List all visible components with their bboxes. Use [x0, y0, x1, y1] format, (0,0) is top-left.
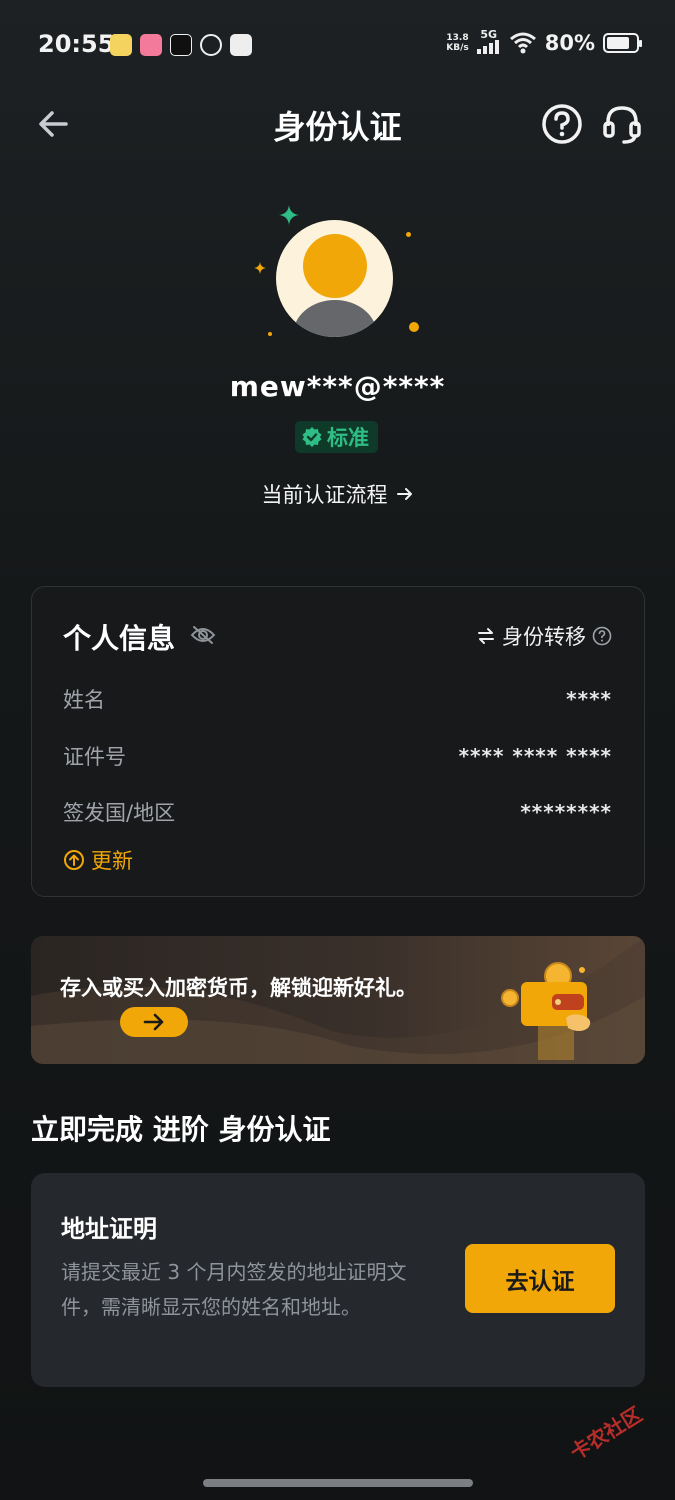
row-value: ****	[566, 687, 612, 711]
status-time: 20:55	[38, 30, 115, 58]
current-flow-link[interactable]: 当前认证流程	[0, 479, 675, 509]
identity-transfer-link[interactable]: 身份转移	[476, 621, 612, 651]
personal-info-title: 个人信息	[63, 622, 176, 655]
address-proof-title: 地址证明	[61, 1215, 157, 1243]
promo-arrow-button[interactable]	[120, 1007, 188, 1037]
sparkle-icon	[254, 262, 266, 274]
battery-percent: 80%	[544, 31, 595, 55]
flow-link-label: 当前认证流程	[261, 483, 388, 507]
bilibili-icon	[140, 34, 162, 56]
transfer-label: 身份转移	[502, 625, 586, 649]
swap-icon	[478, 628, 494, 644]
signal-icon: 5G	[476, 29, 501, 56]
wallet-icon	[501, 962, 591, 1060]
go-verify-button[interactable]: 去认证	[465, 1244, 615, 1313]
customer-service-button[interactable]	[600, 102, 644, 146]
decor-dot	[268, 332, 272, 336]
row-value: ********	[520, 800, 612, 824]
row-value: **** **** ****	[458, 744, 612, 768]
arrow-right-icon	[396, 488, 412, 500]
battery-icon	[603, 33, 642, 53]
info-row-name: 姓名 ****	[63, 684, 612, 714]
promo-text: 存入或买入加密货币，解锁迎新好礼。	[60, 976, 417, 1000]
arrow-right-icon	[143, 1013, 164, 1031]
info-row-id-number: 证件号 **** **** ****	[63, 741, 612, 771]
verified-shield-icon	[302, 427, 322, 447]
capcut-icon	[170, 34, 192, 56]
net-speed: 13.8 KB/s	[446, 33, 469, 53]
address-proof-description: 请提交最近 3 个月内签发的地址证明文件，需清晰显示您的姓名和地址。	[61, 1260, 407, 1319]
help-button[interactable]	[540, 102, 584, 146]
promo-banner[interactable]: 存入或买入加密货币，解锁迎新好礼。	[31, 936, 645, 1064]
notification-icons	[110, 34, 252, 56]
address-proof-card: 地址证明 请提交最近 3 个月内签发的地址证明文件，需清晰显示您的姓名和地址。 …	[31, 1173, 645, 1387]
headset-icon	[603, 106, 641, 144]
update-label: 更新	[91, 849, 133, 873]
home-indicator[interactable]	[203, 1479, 473, 1487]
sparkle-icon	[279, 205, 299, 225]
decor-dot	[406, 232, 411, 237]
info-row-issuing-country: 签发国/地区 ********	[63, 797, 612, 827]
row-label: 签发国/地区	[63, 801, 176, 825]
row-label: 证件号	[63, 745, 126, 769]
question-circle-icon[interactable]	[592, 626, 612, 646]
status-bar: 20:55 13.8 KB/s 5G 80%	[0, 0, 675, 90]
verification-badge: 标准	[295, 421, 378, 453]
weibo-icon	[200, 34, 222, 56]
notes-icon	[110, 34, 132, 56]
watermark-stamp: 卡农社区	[565, 1402, 647, 1465]
badge-label: 标准	[327, 426, 369, 450]
taobao-icon	[230, 34, 252, 56]
username: mew***@****	[229, 370, 446, 403]
upload-circle-icon	[64, 850, 84, 870]
row-label: 姓名	[63, 688, 105, 712]
app-header: 身份认证	[0, 92, 675, 156]
eye-off-icon[interactable]	[190, 625, 216, 645]
update-link[interactable]: 更新	[63, 845, 133, 875]
personal-info-card: 个人信息 身份转移 姓名 **** 证件号 **** **** **** 签发国…	[31, 586, 645, 897]
avatar	[276, 220, 393, 337]
help-icon	[542, 104, 582, 144]
decor-dot	[409, 322, 419, 332]
wifi-icon	[509, 32, 536, 54]
advanced-section-title: 立即完成 进阶 身份认证	[31, 1113, 331, 1146]
